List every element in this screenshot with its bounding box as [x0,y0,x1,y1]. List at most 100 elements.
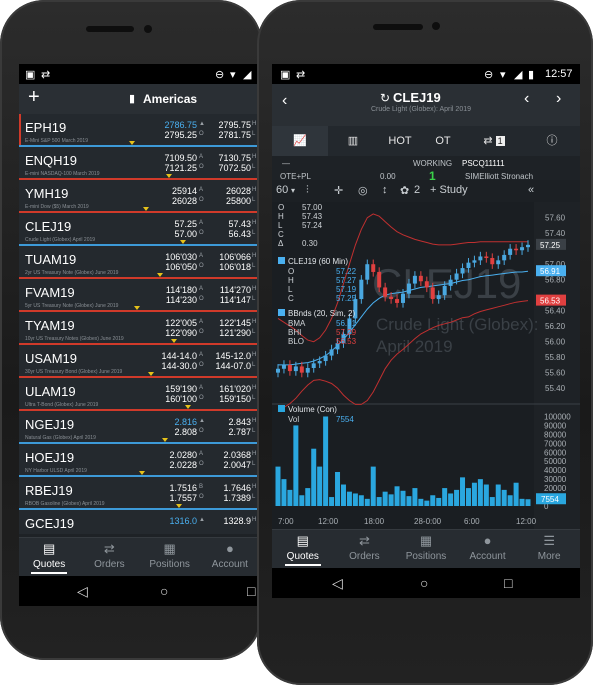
volume-bar [442,488,448,506]
volume-label: Volume (Con) [288,405,337,414]
tab-account[interactable]: ● Account [457,530,519,568]
battery-icon: ▮ [528,69,535,81]
price-axis-tick: 57.40 [545,229,566,238]
orders-count-tab[interactable]: ⇄ 1 [464,126,524,156]
home-icon[interactable]: ○ [420,575,428,591]
candle-type-icon[interactable]: ⫶ [306,184,309,197]
tab-more[interactable]: ☰ More [518,530,580,568]
quote-row[interactable]: CLEJ19 Crude Light (Globex) April 2019 57.… [19,213,260,247]
x-axis-tick: 6:00 [464,517,480,526]
vertical-scale-icon[interactable]: ↕ [382,184,388,196]
add-study-button[interactable]: + Study [430,184,468,196]
vol-key: Vol [288,415,299,424]
price-chart[interactable]: CLEJ19 Crude Light (Globex): April 2019 57.… [272,202,580,530]
volume-bar [495,484,501,506]
bid-price: 122'005 [165,318,197,328]
quote-row[interactable]: TUAM19 2yr US Treasury Note (Globex) June… [19,246,260,280]
tab-account[interactable]: ● Account [200,538,260,576]
quote-row[interactable]: TYAM19 10yr US Treasury Notes (Globex) Ju… [19,312,260,346]
cursor-label: H [278,212,284,221]
candle-body [317,361,322,364]
hot-tab[interactable]: HOT [378,126,422,156]
ot-tab[interactable]: OT [422,126,464,156]
drawing-tools-icon[interactable]: ✿ [400,184,409,197]
low-label: L [252,131,256,137]
high-label: H [252,187,257,193]
quote-row[interactable]: EPH19 E-Mini S&P 500 March 2019 2786.75 ▲ 27… [19,114,260,148]
tab-orders[interactable]: ⇄ Orders [334,530,396,568]
quote-row[interactable]: HOEJ19 NY Harbor ULSD April 2019 2.0280 A 2.… [19,444,260,478]
info-icon[interactable]: ⓘ [524,126,580,156]
range-marker [185,405,191,409]
back-arrow-icon[interactable]: ‹ [282,92,287,110]
bar-ohlc-value: 57.27 [336,276,357,285]
interval-dropdown-icon[interactable]: ▾ [291,186,295,195]
volume-bar [388,494,394,506]
quote-row[interactable]: RBEJ19 RBOB Gasoline (Globex) April 2019 1… [19,477,260,511]
volume-axis-tick: 70000 [544,439,567,448]
volume-bar [489,497,495,506]
chart-icon[interactable]: 📈 [272,126,328,156]
tab-positions[interactable]: ▦ Positions [395,530,457,568]
dnd-icon: ⊖ [215,69,225,81]
quotes-icon: ▤ [296,533,309,548]
add-icon[interactable]: + [28,86,40,109]
ask-direction: O [199,197,204,203]
quote-description: 2yr US Treasury Note (Globex) June 2019 [25,270,119,276]
tab-positions[interactable]: ▦ Positions [140,538,200,576]
tab-quotes[interactable]: ▤ Quotes [19,538,79,576]
back-icon[interactable]: ◁ [332,575,343,591]
range-marker [157,273,163,277]
quote-row[interactable]: FVAM19 5yr US Treasury Note (Globex) June… [19,279,260,313]
next-icon[interactable]: › [556,90,561,108]
volume-bar [376,497,382,506]
low-price: 114'147 [219,295,251,305]
ask-price: 57.00 [174,229,197,239]
refresh-icon[interactable]: ↻ [380,91,390,105]
recents-icon[interactable]: □ [504,575,512,591]
drawing-count: 2 [414,184,421,196]
prev-icon[interactable]: ‹ [524,90,529,108]
volume-bar [287,489,293,506]
page-title[interactable]: Americas [143,92,197,106]
candle-body [359,279,364,300]
minus-label[interactable]: — [282,159,290,168]
tab-quotes[interactable]: ▤ Quotes [272,530,334,568]
quote-row[interactable]: ULAM19 Ultra T-Bond (Globex) June 2019 159… [19,378,260,412]
volume-bar [507,495,513,506]
interval-value[interactable]: 60 [276,184,288,196]
collapse-icon[interactable]: « [528,184,534,196]
left-screen: ▣ ⇄ ⊖ ▾ ◢ + ▮ Americas EPH19 E-Mini S&P 5… [19,64,260,606]
quote-row[interactable]: ENQH19 E-mini NASDAQ-100 March 2019 7109.5… [19,147,260,181]
x-axis-tick: 12:00 [318,517,339,526]
bid-price: 114'180 [165,285,197,295]
low-price: 121'290 [219,328,251,338]
volume-bar [436,497,442,506]
low-price: 2.787 [228,427,251,437]
quote-row[interactable]: USAM19 30yr US Treasury Bond (Globex) Jun… [19,345,260,379]
quote-description: E-Mini S&P 500 March 2019 [25,138,88,144]
symbol-title[interactable]: CLEJ19 [393,90,441,105]
crosshair-icon[interactable]: ✛ [334,184,343,197]
ask-price: 160'100 [165,394,197,404]
volume-bar [400,490,406,506]
low-price: 106'018 [219,262,251,272]
high-price: 1.7646 [223,483,251,493]
back-icon[interactable]: ◁ [77,583,88,599]
tab-orders[interactable]: ⇄ Orders [79,538,139,576]
ask-price: 2795.25 [164,130,197,140]
recents-icon[interactable]: □ [247,583,255,599]
right-camera [432,22,440,30]
bar-ohlc-value: 57.25 [336,294,357,303]
low-price: 25800 [225,196,251,206]
high-price: 26028 [225,186,251,196]
home-icon[interactable]: ○ [160,583,168,599]
quote-row[interactable]: YMH19 E-mini Dow ($5) March 2019 25914 A 260… [19,180,260,214]
eye-icon[interactable]: ◎ [358,184,368,197]
quote-row[interactable]: NGEJ19 Natural Gas (Globex) April 2019 2.8… [19,411,260,445]
high-price: 114'270 [219,285,251,295]
bar-chart-icon[interactable]: ▥ [328,126,378,156]
high-label: H [252,286,257,292]
high-price: 145-12.0 [215,351,251,361]
quote-row[interactable]: GCEJ19 1316.0 ▲ 1328.9 H [19,510,260,534]
